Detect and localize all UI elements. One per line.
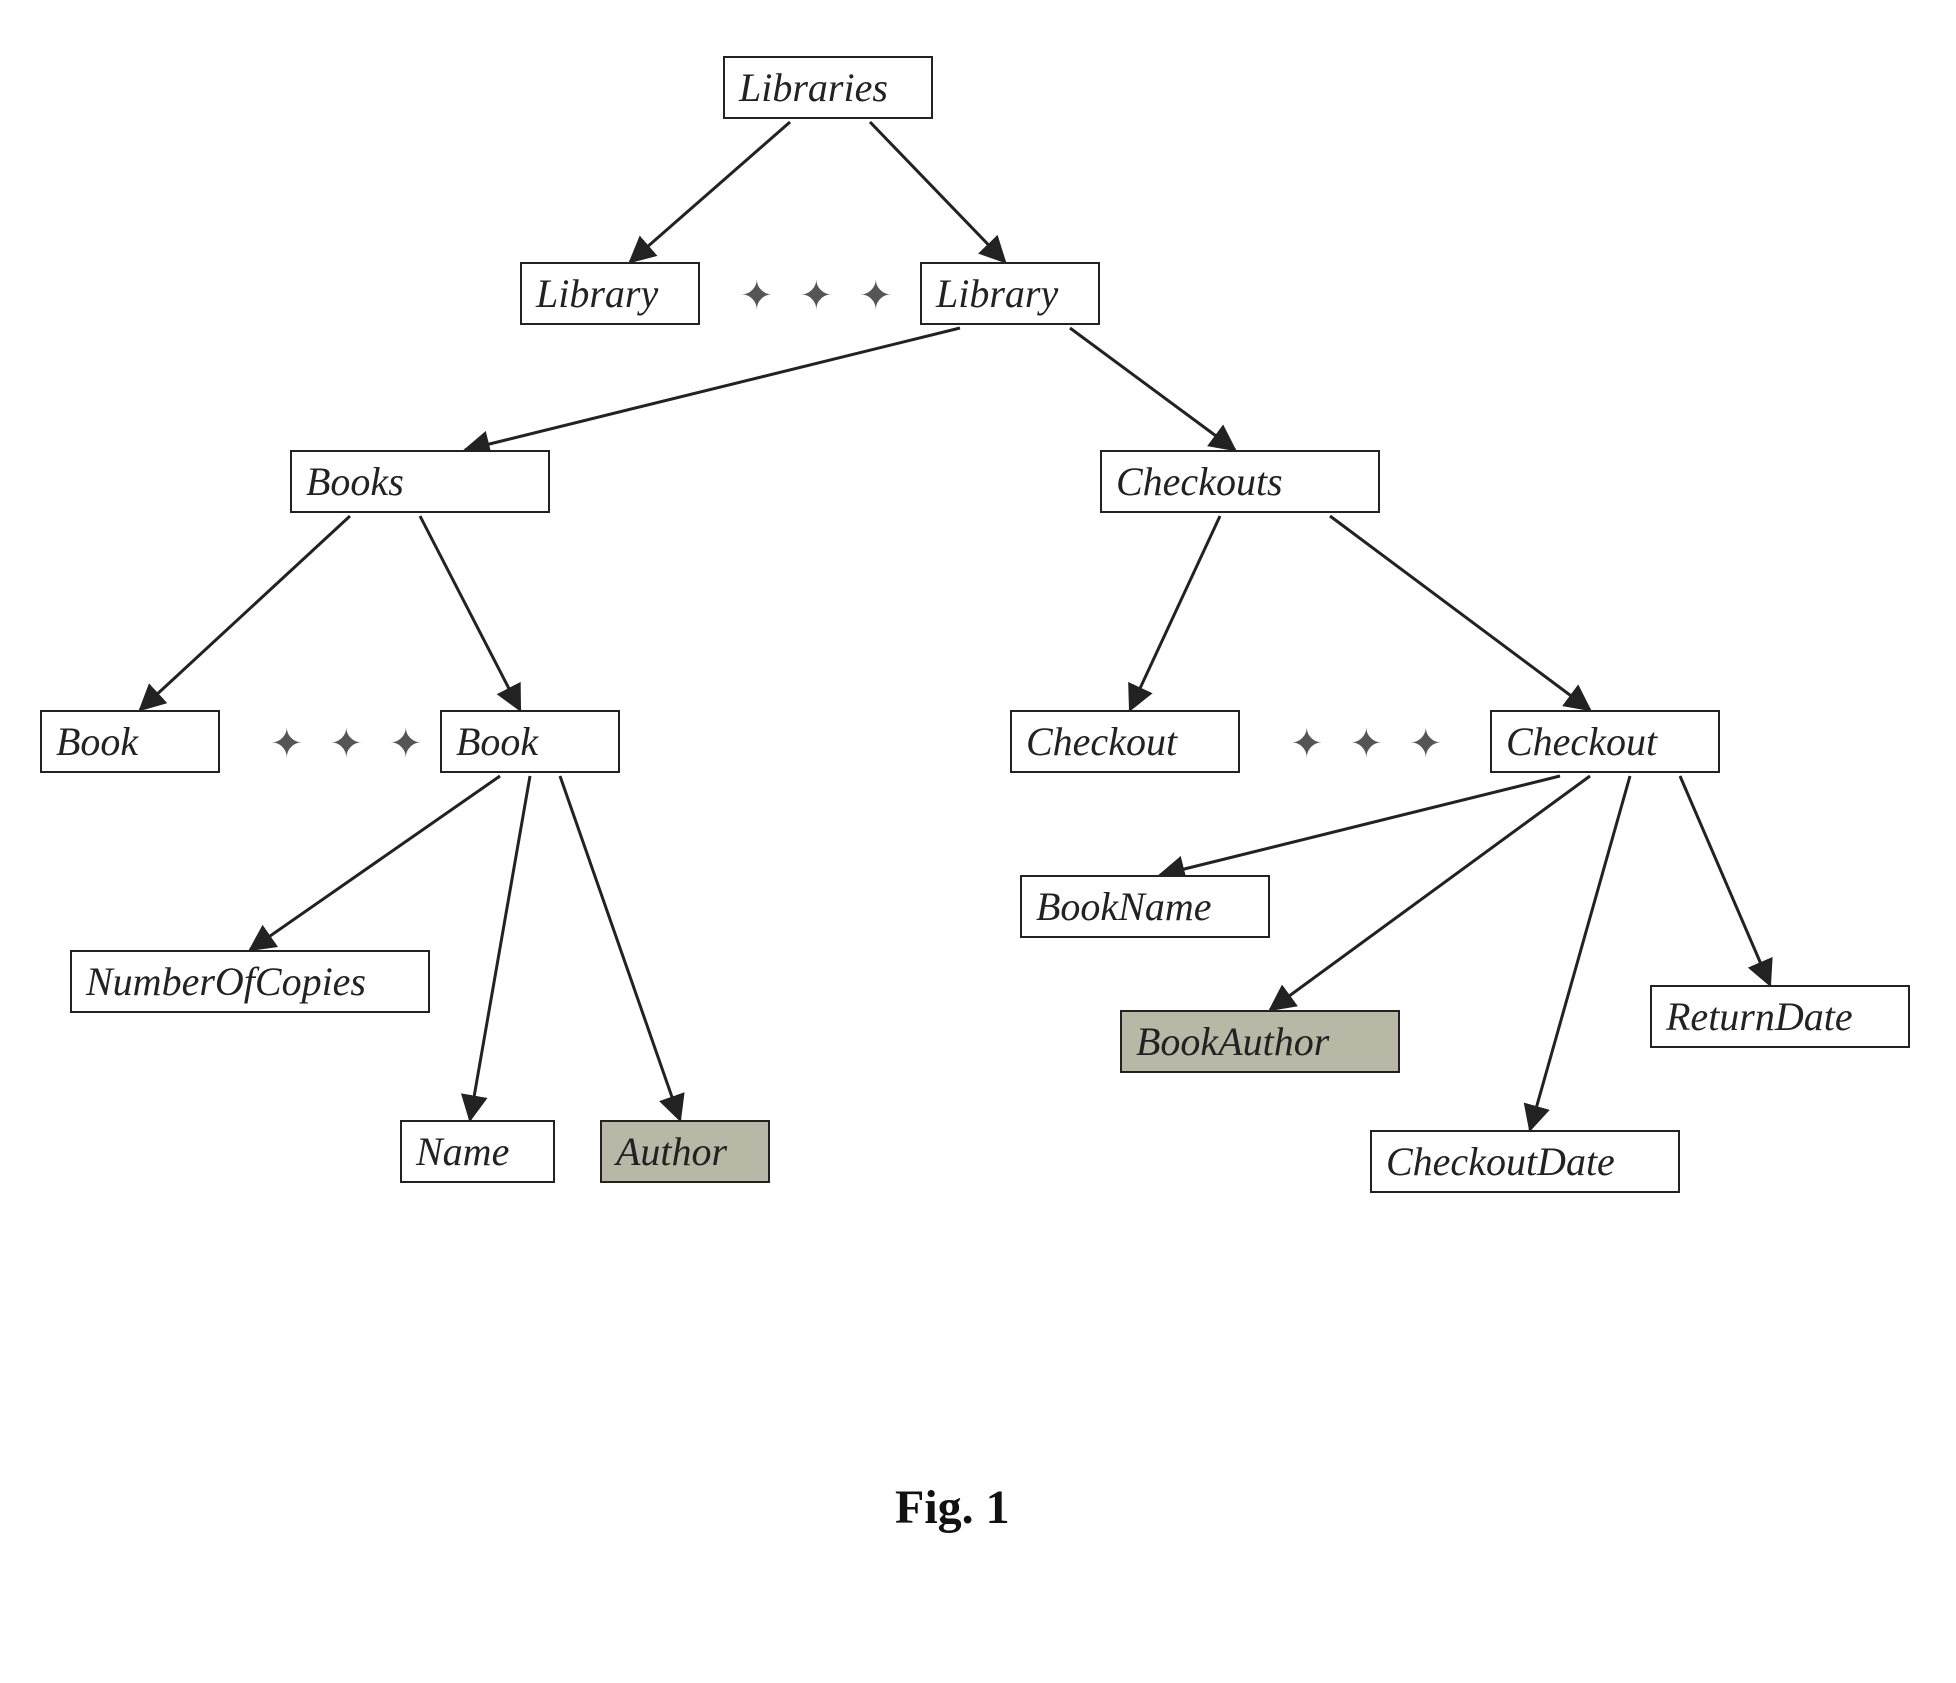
node-name: Name — [400, 1120, 555, 1183]
ellipsis-checkouts: ✦ ✦ ✦ — [1290, 720, 1451, 767]
diagram-canvas: Libraries Library ✦ ✦ ✦ Library Books Ch… — [0, 0, 1956, 1683]
node-checkouts: Checkouts — [1100, 450, 1380, 513]
node-book-1: Book — [40, 710, 220, 773]
node-checkout-2: Checkout — [1490, 710, 1720, 773]
edges-layer — [0, 0, 1956, 1683]
ellipsis-books: ✦ ✦ ✦ — [270, 720, 431, 767]
node-book-author: BookAuthor — [1120, 1010, 1400, 1073]
node-checkout-date: CheckoutDate — [1370, 1130, 1680, 1193]
node-books: Books — [290, 450, 550, 513]
figure-caption: Fig. 1 — [895, 1480, 1010, 1535]
ellipsis-libraries: ✦ ✦ ✦ — [740, 272, 901, 319]
node-return-date: ReturnDate — [1650, 985, 1910, 1048]
node-book-2: Book — [440, 710, 620, 773]
node-number-of-copies: NumberOfCopies — [70, 950, 430, 1013]
node-library-2: Library — [920, 262, 1100, 325]
node-book-name: BookName — [1020, 875, 1270, 938]
node-author: Author — [600, 1120, 770, 1183]
node-libraries: Libraries — [723, 56, 933, 119]
node-checkout-1: Checkout — [1010, 710, 1240, 773]
node-library-1: Library — [520, 262, 700, 325]
